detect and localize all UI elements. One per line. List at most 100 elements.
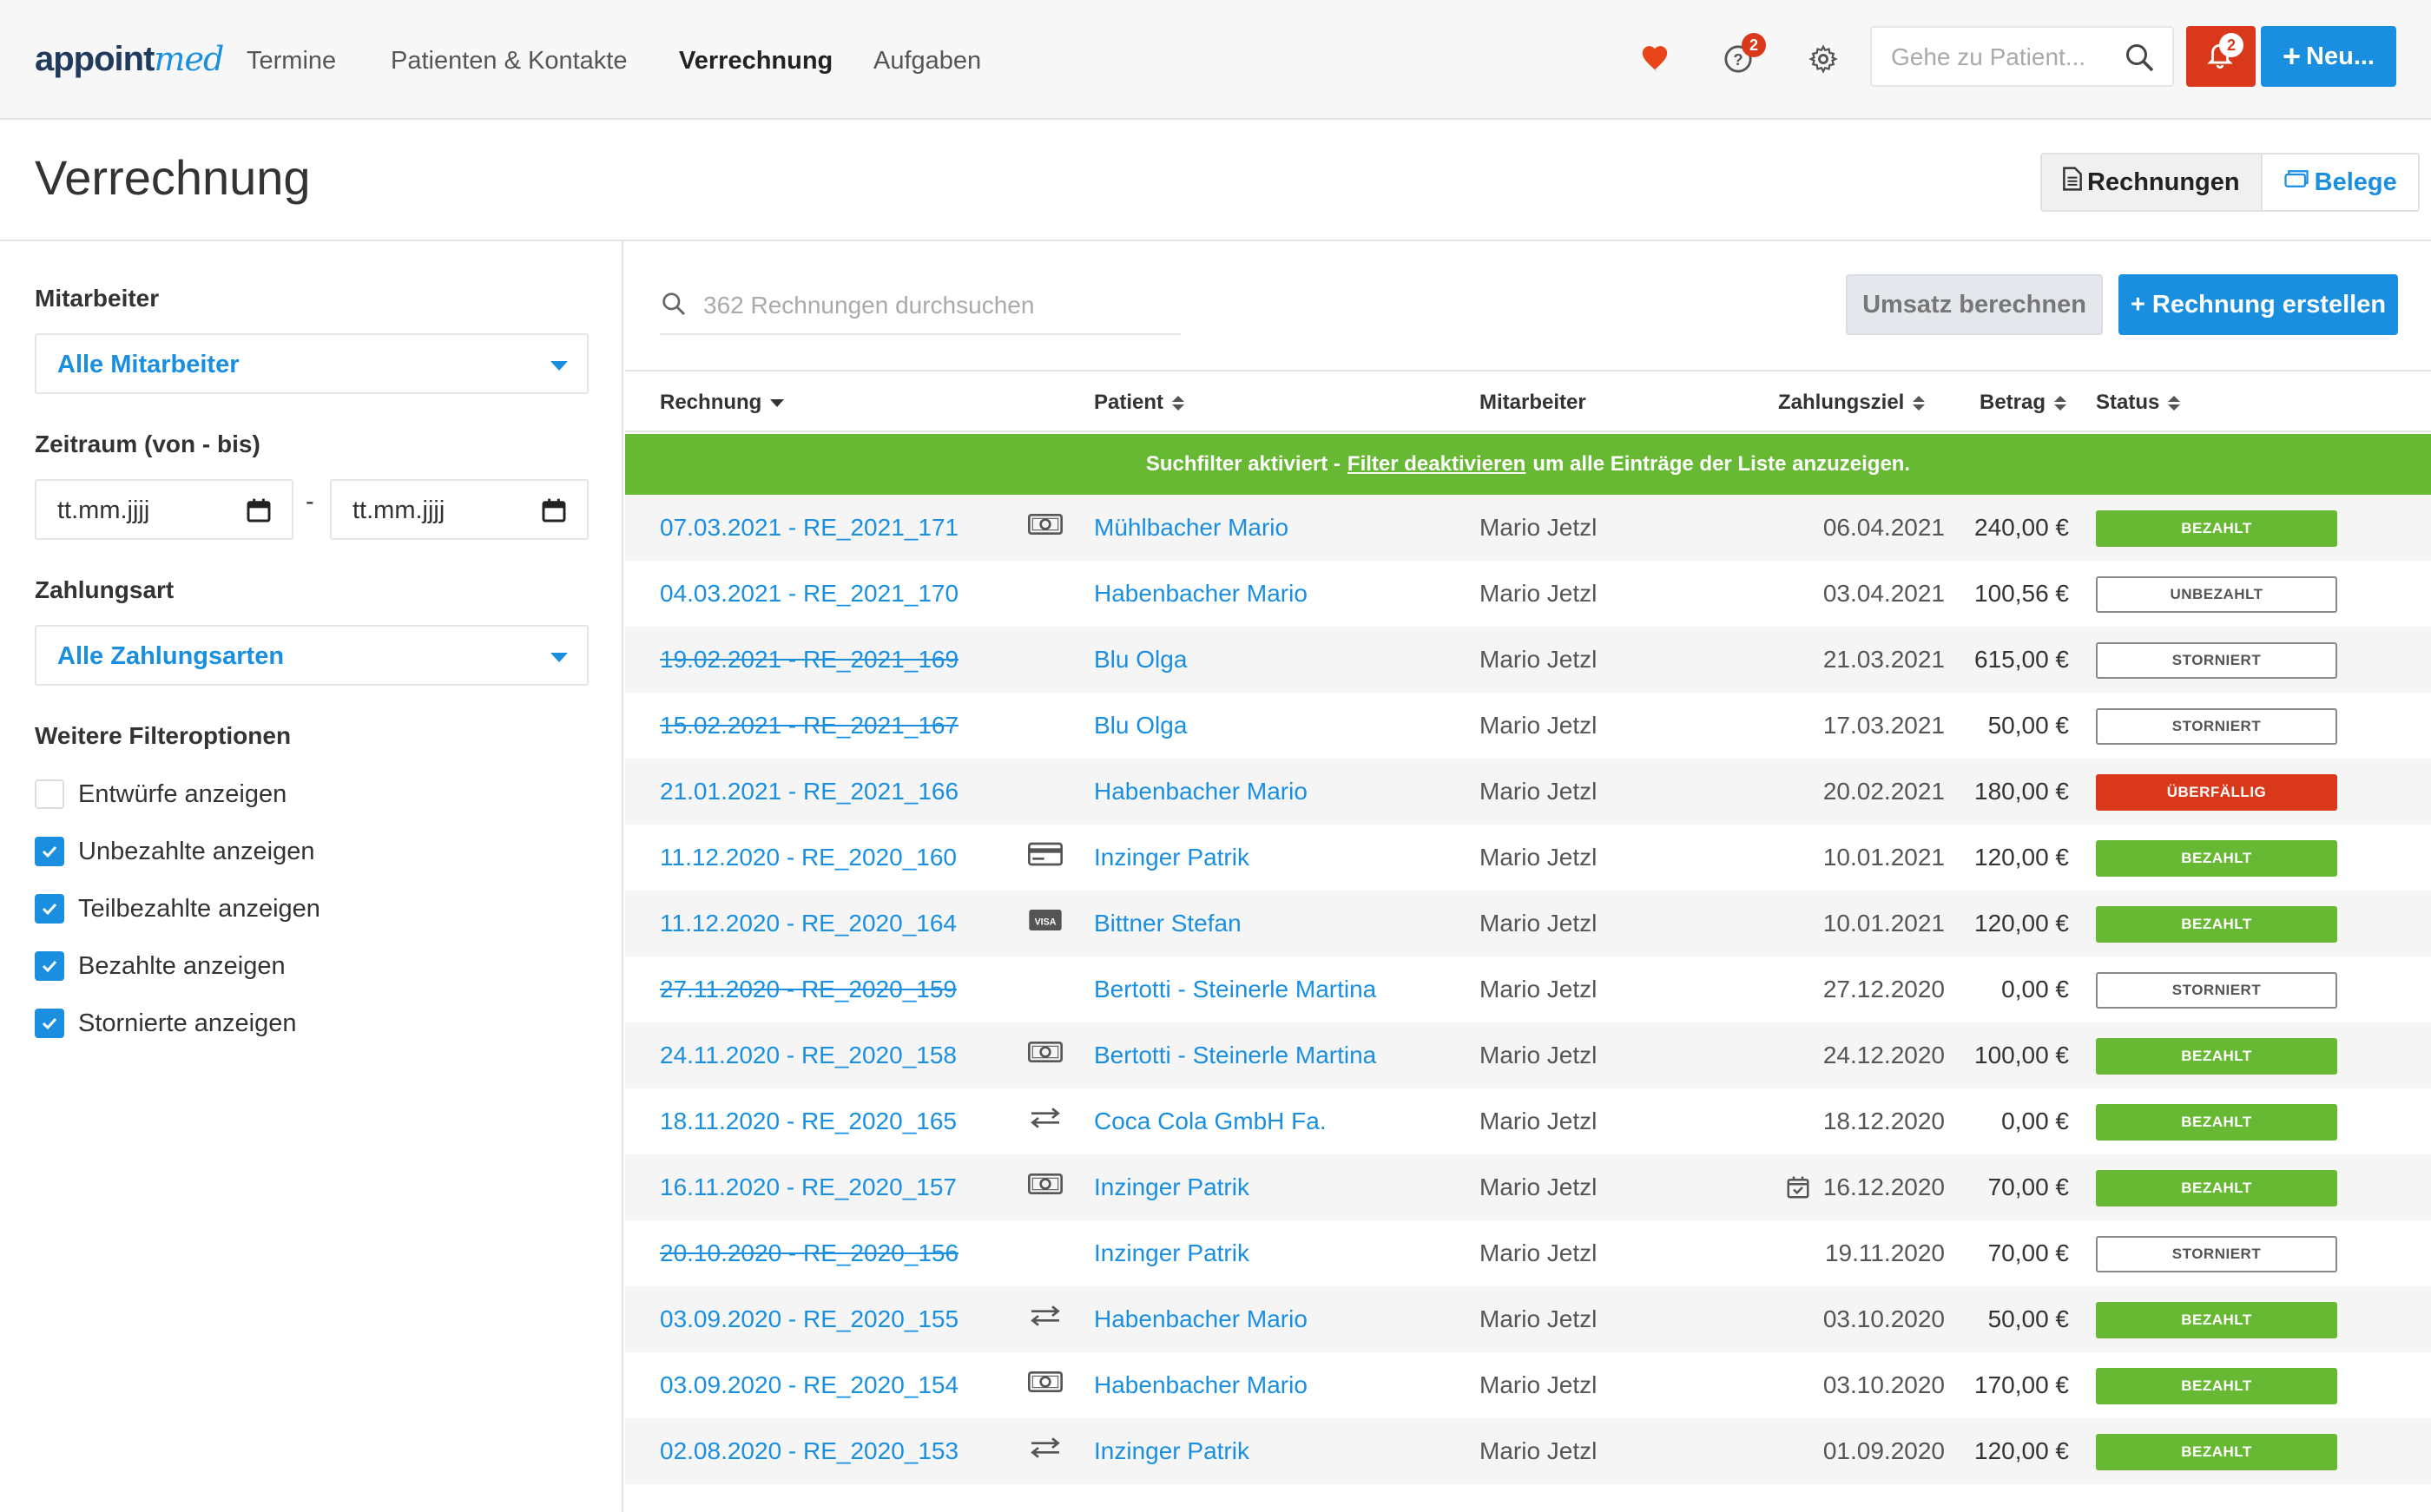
filter-checkbox[interactable] — [35, 894, 64, 924]
col-rechnung[interactable]: Rechnung — [660, 391, 785, 415]
filter-checkbox-label[interactable]: Teilbezahlte anzeigen — [78, 895, 320, 924]
notifications-button[interactable]: 2 — [2186, 26, 2256, 87]
patient-link[interactable]: Blu Olga — [1094, 646, 1187, 674]
calendar-check-icon — [1785, 1174, 1811, 1200]
table-row[interactable]: 15.02.2021 - RE_2021_167 Blu Olga Mario Je… — [625, 693, 2431, 759]
app-logo[interactable]: appointmed — [35, 40, 224, 79]
filter-checkbox[interactable] — [35, 779, 64, 809]
nav-verrechnung[interactable]: Verrechnung — [679, 47, 833, 76]
col-betrag[interactable]: Betrag — [1980, 391, 2067, 415]
due-date: 24.12.2020 — [1823, 1042, 1945, 1069]
invoice-link[interactable]: 18.11.2020 - RE_2020_165 — [660, 1108, 957, 1135]
table-row[interactable]: 11.12.2020 - RE_2020_164 VISA Bittner Stef… — [625, 891, 2431, 957]
table-row[interactable]: 07.03.2021 - RE_2021_171 Mühlbacher Mario… — [625, 495, 2431, 561]
employee-name: Mario Jetzl — [1479, 1437, 1598, 1464]
invoice-link[interactable]: 20.10.2020 - RE_2020_156 — [660, 1239, 959, 1267]
patient-link[interactable]: Bertotti - Steinerle Martina — [1094, 976, 1376, 1003]
due-date-value: 18.12.2020 — [1822, 1108, 1945, 1134]
nav-patienten-kontakte[interactable]: Patienten & Kontakte — [391, 47, 627, 76]
invoice-search[interactable] — [660, 276, 1181, 335]
cash-icon — [1028, 1172, 1063, 1202]
patient-link[interactable]: Habenbacher Mario — [1094, 1305, 1308, 1333]
patient-link[interactable]: Habenbacher Mario — [1094, 778, 1308, 805]
filter-checkbox[interactable] — [35, 837, 64, 866]
patient-search[interactable] — [1870, 26, 2174, 87]
invoice-link[interactable]: 03.09.2020 - RE_2020_155 — [660, 1305, 959, 1333]
help-icon[interactable]: ? 2 — [1719, 33, 1766, 78]
table-row[interactable]: 18.11.2020 - RE_2020_165 Coca Cola GmbH F… — [625, 1088, 2431, 1154]
amount: 240,00 € — [1974, 514, 2069, 541]
invoice-link[interactable]: 16.11.2020 - RE_2020_157 — [660, 1173, 957, 1201]
invoice-link[interactable]: 11.12.2020 - RE_2020_164 — [660, 910, 957, 937]
payment-select[interactable]: Alle Zahlungsarten — [35, 625, 589, 686]
table-row[interactable]: 20.10.2020 - RE_2020_156 Inzinger Patrik M… — [625, 1220, 2431, 1286]
invoice-link[interactable]: 15.02.2021 - RE_2021_167 — [660, 712, 959, 740]
calculate-revenue-button[interactable]: Umsatz berechnen — [1846, 274, 2103, 335]
invoice-link[interactable]: 03.09.2020 - RE_2020_154 — [660, 1371, 959, 1399]
patient-link[interactable]: Bittner Stefan — [1094, 910, 1242, 937]
filter-checkbox-label[interactable]: Unbezahlte anzeigen — [78, 838, 314, 866]
table-row[interactable]: 04.03.2021 - RE_2021_170 Habenbacher Mari… — [625, 561, 2431, 627]
patient-link[interactable]: Inzinger Patrik — [1094, 1239, 1249, 1267]
patient-link[interactable]: Habenbacher Mario — [1094, 1371, 1308, 1399]
due-date-value: 20.02.2021 — [1822, 778, 1945, 805]
patient-link[interactable]: Inzinger Patrik — [1094, 1173, 1249, 1201]
invoice-search-input[interactable] — [703, 288, 1172, 323]
table-row[interactable]: 03.09.2020 - RE_2020_154 Habenbacher Mari… — [625, 1352, 2431, 1418]
table-row[interactable]: 24.11.2020 - RE_2020_158 Bertotti - Stein… — [625, 1022, 2431, 1088]
table-row[interactable]: 27.11.2020 - RE_2020_159 Bertotti - Stein… — [625, 957, 2431, 1022]
table-row[interactable]: 11.12.2020 - RE_2020_160 Inzinger Patrik M… — [625, 825, 2431, 891]
invoice-link[interactable]: 27.11.2020 - RE_2020_159 — [660, 976, 957, 1003]
filter-checkbox[interactable] — [35, 1009, 64, 1038]
new-button[interactable]: + Neu... — [2261, 26, 2396, 87]
page-title: Verrechnung — [35, 150, 311, 205]
invoice-link[interactable]: 19.02.2021 - RE_2021_169 — [660, 646, 959, 674]
col-zahlungsziel[interactable]: Zahlungsziel — [1778, 391, 1926, 415]
table-row[interactable]: 19.02.2021 - RE_2021_169 Blu Olga Mario Je… — [625, 627, 2431, 693]
patient-link[interactable]: Bertotti - Steinerle Martina — [1094, 1042, 1376, 1069]
calendar-icon[interactable] — [245, 496, 273, 529]
gear-icon[interactable] — [1804, 40, 1842, 78]
tab-rechnungen[interactable]: Rechnungen — [2042, 154, 2263, 210]
invoice-link[interactable]: 11.12.2020 - RE_2020_160 — [660, 844, 957, 871]
receipts-icon — [2283, 168, 2309, 197]
invoice-link[interactable]: 24.11.2020 - RE_2020_158 — [660, 1042, 957, 1069]
tab-belege[interactable]: Belege — [2262, 154, 2418, 210]
col-patient[interactable]: Patient — [1094, 391, 1185, 415]
disable-filter-link[interactable]: Filter deaktivieren — [1347, 452, 1525, 477]
nav-aufgaben[interactable]: Aufgaben — [873, 47, 981, 76]
table-row[interactable]: 02.08.2020 - RE_2020_153 Inzinger Patrik M… — [625, 1418, 2431, 1484]
search-icon[interactable] — [2124, 42, 2155, 77]
employee-select[interactable]: Alle Mitarbeiter — [35, 333, 589, 394]
amount: 170,00 € — [1974, 1371, 2069, 1398]
filter-checkbox-label[interactable]: Bezahlte anzeigen — [78, 952, 286, 981]
create-invoice-button[interactable]: + Rechnung erstellen — [2118, 274, 2398, 335]
calendar-icon[interactable] — [540, 496, 568, 529]
col-status[interactable]: Status — [2096, 391, 2181, 415]
col-zahlungsziel-label: Zahlungsziel — [1778, 391, 1905, 414]
patient-search-input[interactable] — [1891, 38, 2117, 76]
filter-checkbox-label[interactable]: Stornierte anzeigen — [78, 1009, 297, 1038]
table-row[interactable]: 03.09.2020 - RE_2020_155 Habenbacher Mari… — [625, 1286, 2431, 1352]
patient-link[interactable]: Mühlbacher Mario — [1094, 514, 1288, 542]
table-row[interactable]: 16.11.2020 - RE_2020_157 Inzinger Patrik M… — [625, 1154, 2431, 1220]
due-date: 17.03.2021 — [1823, 712, 1945, 740]
heart-icon[interactable] — [1636, 40, 1674, 78]
table-row[interactable]: 21.01.2021 - RE_2021_166 Habenbacher Mari… — [625, 759, 2431, 825]
nav-termine[interactable]: Termine — [247, 47, 336, 76]
date-to-field[interactable]: tt.mm.jjjj — [330, 479, 589, 540]
invoice-link[interactable]: 21.01.2021 - RE_2021_166 — [660, 778, 959, 805]
filter-checkbox[interactable] — [35, 951, 64, 981]
patient-link[interactable]: Blu Olga — [1094, 712, 1187, 740]
amount: 50,00 € — [1987, 712, 2069, 739]
invoice-link[interactable]: 07.03.2021 - RE_2021_171 — [660, 514, 959, 542]
patient-link[interactable]: Inzinger Patrik — [1094, 844, 1249, 871]
patient-link[interactable]: Habenbacher Mario — [1094, 580, 1308, 608]
filter-checkbox-label[interactable]: Entwürfe anzeigen — [78, 780, 287, 809]
invoice-link[interactable]: 04.03.2021 - RE_2021_170 — [660, 580, 959, 608]
date-from-field[interactable]: tt.mm.jjjj — [35, 479, 293, 540]
patient-link[interactable]: Coca Cola GmbH Fa. — [1094, 1108, 1327, 1135]
status-badge: BEZAHLT — [2096, 1302, 2337, 1338]
patient-link[interactable]: Inzinger Patrik — [1094, 1437, 1249, 1465]
invoice-link[interactable]: 02.08.2020 - RE_2020_153 — [660, 1437, 959, 1465]
